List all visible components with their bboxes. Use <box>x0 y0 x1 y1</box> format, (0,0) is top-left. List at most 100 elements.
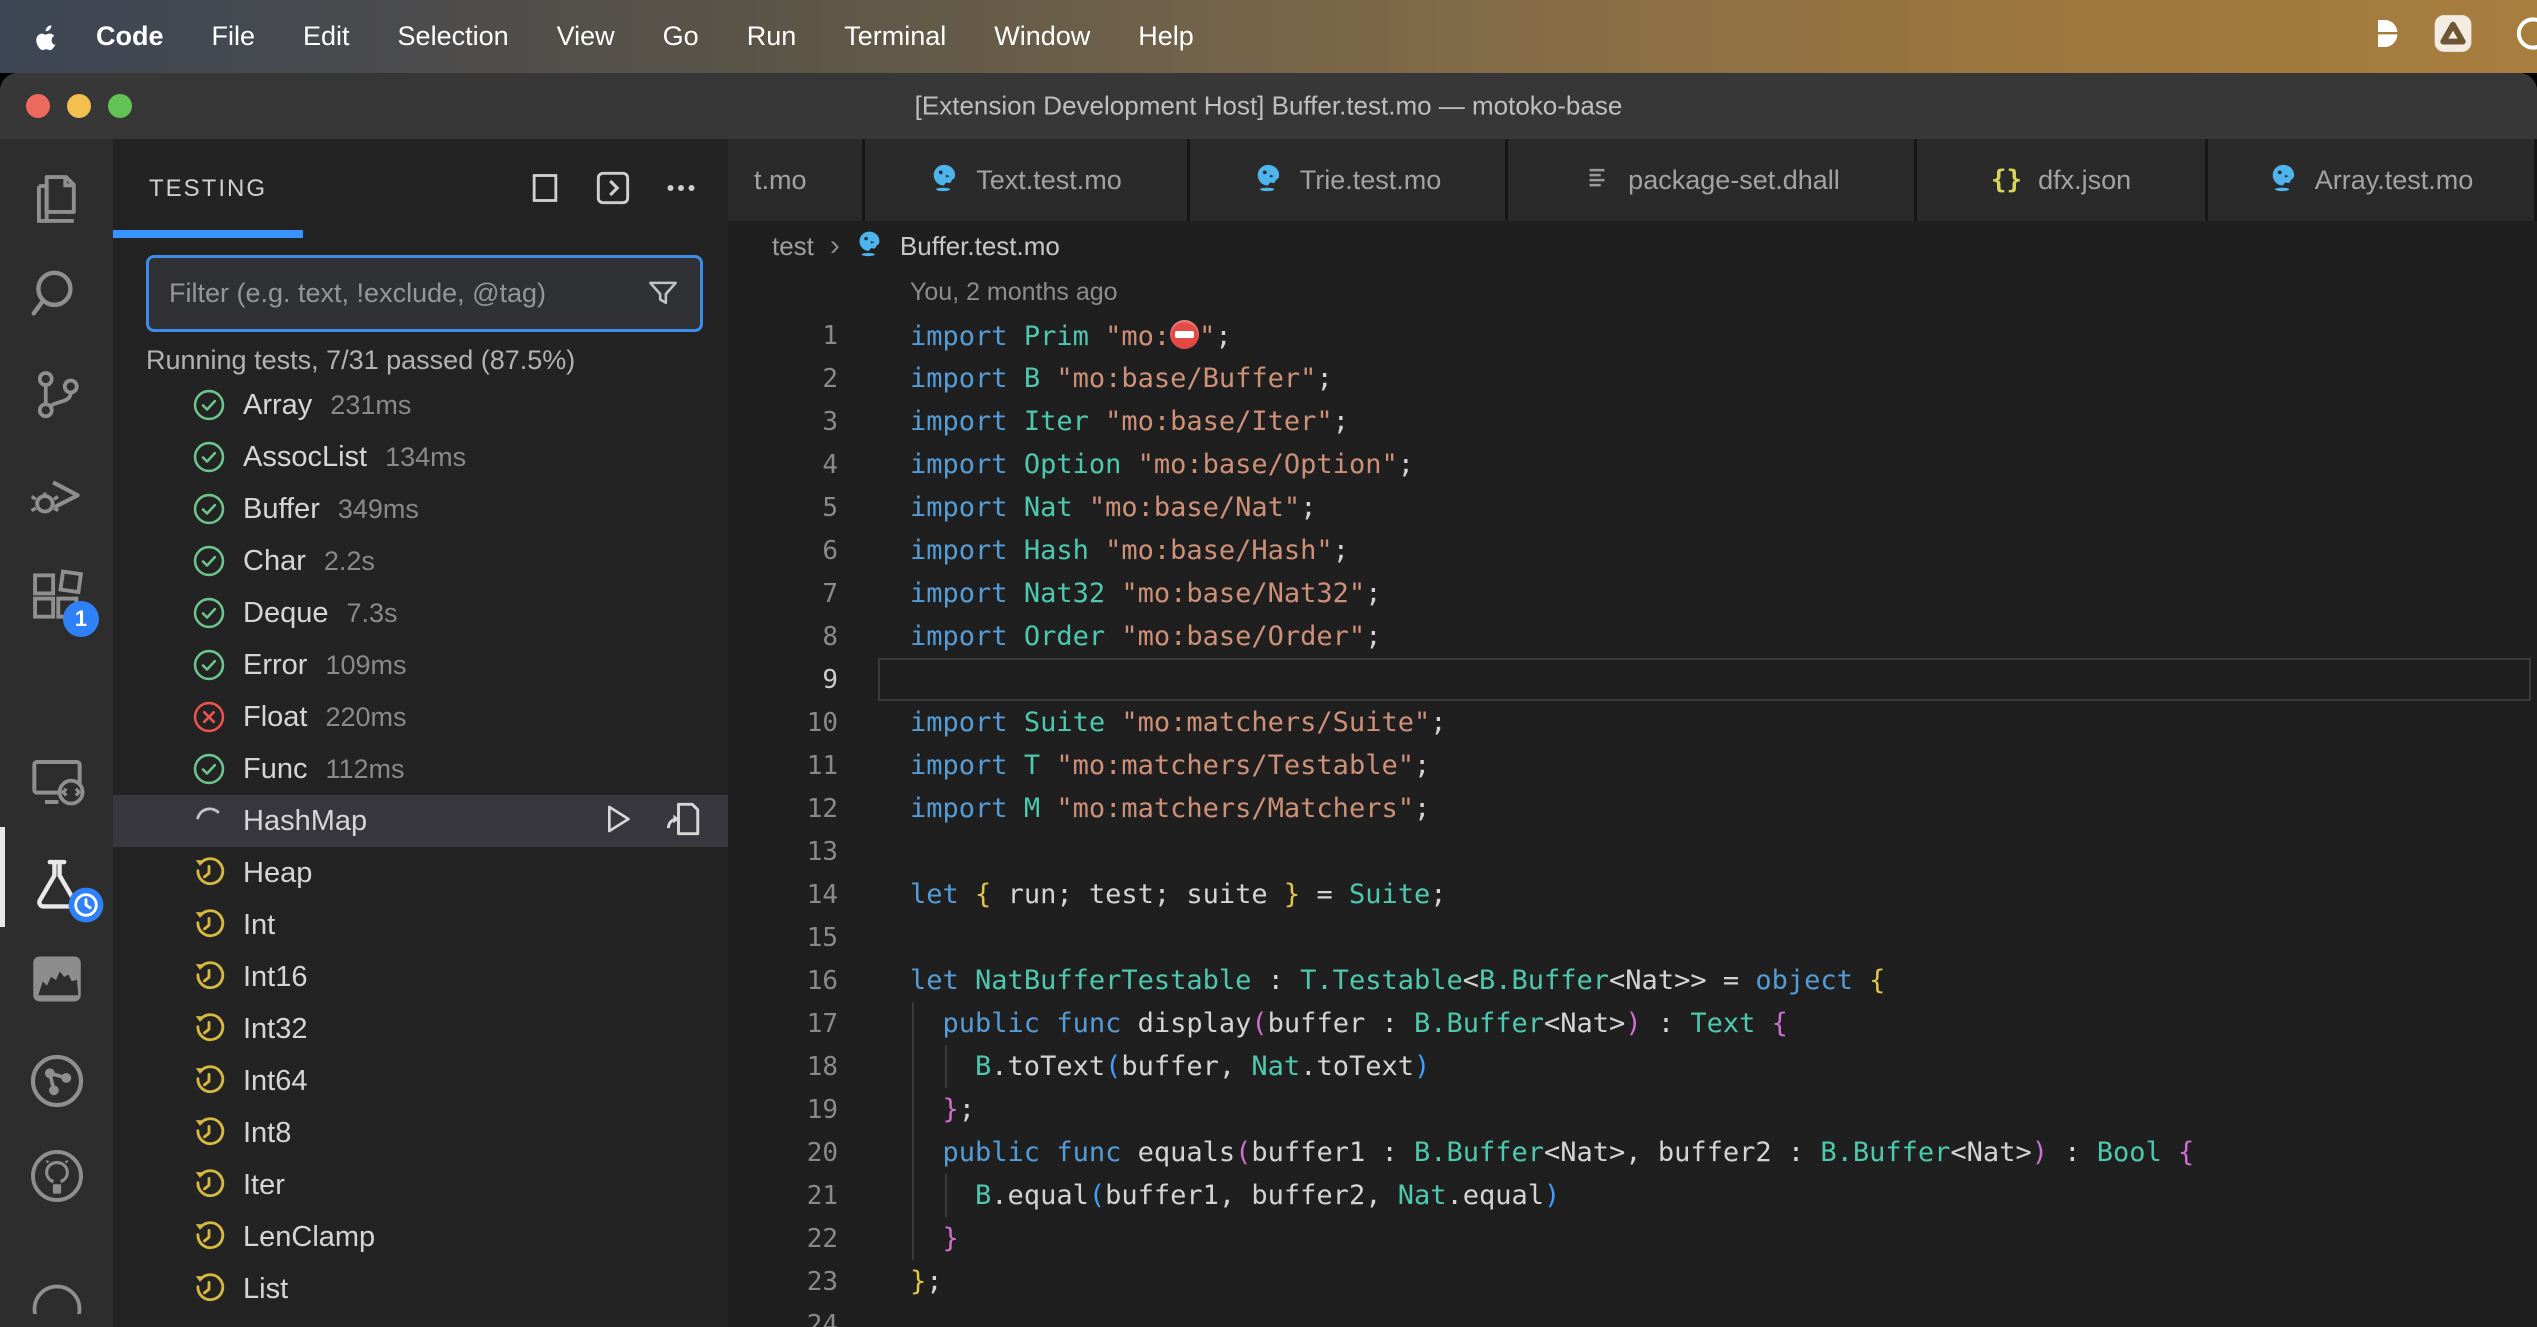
ellipsis-icon[interactable] <box>658 165 704 211</box>
test-row-assoclist[interactable]: AssocList134ms <box>113 431 728 483</box>
code-line-4[interactable]: 4import Option "mo:base/Option"; <box>728 443 2537 486</box>
code-line-19[interactable]: 19 }; <box>728 1088 2537 1131</box>
drive-icon[interactable] <box>2431 11 2475 62</box>
code-line-5[interactable]: 5import Nat "mo:base/Nat"; <box>728 486 2537 529</box>
line-number[interactable]: 16 <box>728 966 838 996</box>
code-line-11[interactable]: 11import T "mo:matchers/Testable"; <box>728 744 2537 787</box>
code-line-22[interactable]: 22 } <box>728 1217 2537 1260</box>
github-icon[interactable] <box>0 1133 113 1219</box>
line-number[interactable]: 21 <box>728 1181 838 1211</box>
menu-code[interactable]: Code <box>72 21 188 51</box>
search-icon[interactable] <box>0 251 113 337</box>
test-row-iter[interactable]: Iter <box>113 1159 728 1211</box>
partial-bottom-icon[interactable] <box>0 1251 113 1327</box>
menu-edit[interactable]: Edit <box>279 21 374 51</box>
line-number[interactable]: 7 <box>728 579 838 609</box>
test-row-char[interactable]: Char2.2s <box>113 535 728 587</box>
line-number[interactable]: 19 <box>728 1095 838 1125</box>
line-number[interactable]: 13 <box>728 837 838 867</box>
code-line-1[interactable]: 1import Prim "mo:"; <box>728 314 2537 357</box>
test-row-int64[interactable]: Int64 <box>113 1055 728 1107</box>
code-line-13[interactable]: 13 <box>728 830 2537 873</box>
run-test-icon[interactable] <box>596 799 636 844</box>
code-line-20[interactable]: 20 public func equals(buffer1 : B.Buffer… <box>728 1131 2537 1174</box>
line-number[interactable]: 20 <box>728 1138 838 1168</box>
go-to-test-icon[interactable] <box>662 797 706 846</box>
test-row-int16[interactable]: Int16 <box>113 951 728 1003</box>
line-number[interactable]: 10 <box>728 708 838 738</box>
code-line-14[interactable]: 14let { run; test; suite } = Suite; <box>728 873 2537 916</box>
line-number[interactable]: 2 <box>728 364 838 394</box>
camel-extension-icon[interactable] <box>0 936 113 1022</box>
line-number[interactable]: 5 <box>728 493 838 523</box>
line-number[interactable]: 14 <box>728 880 838 910</box>
code-line-10[interactable]: 10import Suite "mo:matchers/Suite"; <box>728 701 2537 744</box>
code-editor[interactable]: You, 2 months ago1import Prim "mo:";2imp… <box>728 271 2537 1327</box>
tab-array-test-mo[interactable]: Array.test.mo <box>2208 139 2537 221</box>
menu-go[interactable]: Go <box>639 21 723 51</box>
test-row-func[interactable]: Func112ms <box>113 743 728 795</box>
line-number[interactable]: 18 <box>728 1052 838 1082</box>
code-line-3[interactable]: 3import Iter "mo:base/Iter"; <box>728 400 2537 443</box>
filter-funnel-icon[interactable] <box>644 275 682 313</box>
tab-text-test-mo[interactable]: Text.test.mo <box>865 139 1190 221</box>
code-line-7[interactable]: 7import Nat32 "mo:base/Nat32"; <box>728 572 2537 615</box>
line-number[interactable]: 24 <box>728 1310 838 1327</box>
tab-t-mo[interactable]: t.mo <box>728 139 865 221</box>
line-number[interactable]: 9 <box>728 665 838 695</box>
code-line-18[interactable]: 18 B.toText(buffer, Nat.toText) <box>728 1045 2537 1088</box>
menu-file[interactable]: File <box>188 21 280 51</box>
menu-window[interactable]: Window <box>970 21 1114 51</box>
code-line-16[interactable]: 16let NatBufferTestable : T.Testable<B.B… <box>728 959 2537 1002</box>
square-icon[interactable] <box>522 165 568 211</box>
test-row-int[interactable]: Int <box>113 899 728 951</box>
code-line-6[interactable]: 6import Hash "mo:base/Hash"; <box>728 529 2537 572</box>
line-number[interactable]: 22 <box>728 1224 838 1254</box>
line-number[interactable]: 12 <box>728 794 838 824</box>
extensions-icon[interactable]: 1 <box>0 553 113 639</box>
tab-trie-test-mo[interactable]: Trie.test.mo <box>1190 139 1508 221</box>
line-number[interactable]: 23 <box>728 1267 838 1297</box>
test-row-float[interactable]: Float220ms <box>113 691 728 743</box>
line-number[interactable]: 15 <box>728 923 838 953</box>
line-number[interactable]: 6 <box>728 536 838 566</box>
breadcrumb[interactable]: test › Buffer.test.mo <box>728 221 2537 271</box>
breadcrumb-file[interactable]: Buffer.test.mo <box>900 231 1060 262</box>
line-number[interactable]: 8 <box>728 622 838 652</box>
apple-menu-icon[interactable] <box>32 22 62 52</box>
tab-package-set-dhall[interactable]: package-set.dhall <box>1508 139 1917 221</box>
menu-help[interactable]: Help <box>1114 21 1218 51</box>
code-line-8[interactable]: 8import Order "mo:base/Order"; <box>728 615 2537 658</box>
menu-view[interactable]: View <box>533 21 639 51</box>
line-number[interactable]: 1 <box>728 321 838 351</box>
test-row-lenclamp[interactable]: LenClamp <box>113 1211 728 1263</box>
line-number[interactable]: 11 <box>728 751 838 781</box>
code-line-24[interactable]: 24 <box>728 1303 2537 1327</box>
test-row-list[interactable]: List <box>113 1263 728 1315</box>
code-line-21[interactable]: 21 B.equal(buffer1, buffer2, Nat.equal) <box>728 1174 2537 1217</box>
test-row-hashmap[interactable]: HashMap <box>113 795 728 847</box>
test-row-deque[interactable]: Deque7.3s <box>113 587 728 639</box>
test-row-int8[interactable]: Int8 <box>113 1107 728 1159</box>
partial-ring-icon[interactable] <box>2513 13 2537 60</box>
test-row-error[interactable]: Error109ms <box>113 639 728 691</box>
source-control-icon[interactable] <box>0 351 113 437</box>
code-line-12[interactable]: 12import M "mo:matchers/Matchers"; <box>728 787 2537 830</box>
display-half-icon[interactable] <box>2369 15 2405 58</box>
line-number[interactable]: 17 <box>728 1009 838 1039</box>
test-row-buffer[interactable]: Buffer349ms <box>113 483 728 535</box>
line-number[interactable]: 4 <box>728 450 838 480</box>
run-debug-icon[interactable] <box>0 451 113 537</box>
testing-icon[interactable] <box>0 841 113 927</box>
menu-run[interactable]: Run <box>723 21 821 51</box>
menu-selection[interactable]: Selection <box>374 21 533 51</box>
code-line-15[interactable]: 15 <box>728 916 2537 959</box>
remote-explorer-icon[interactable] <box>0 739 113 825</box>
line-number[interactable]: 3 <box>728 407 838 437</box>
menu-terminal[interactable]: Terminal <box>820 21 970 51</box>
code-line-17[interactable]: 17 public func display(buffer : B.Buffer… <box>728 1002 2537 1045</box>
tab-dfx-json[interactable]: {}dfx.json <box>1917 139 2208 221</box>
explorer-icon[interactable] <box>0 156 113 242</box>
test-row-array[interactable]: Array231ms <box>113 379 728 431</box>
window-title-bar[interactable]: [Extension Development Host] Buffer.test… <box>0 73 2537 139</box>
